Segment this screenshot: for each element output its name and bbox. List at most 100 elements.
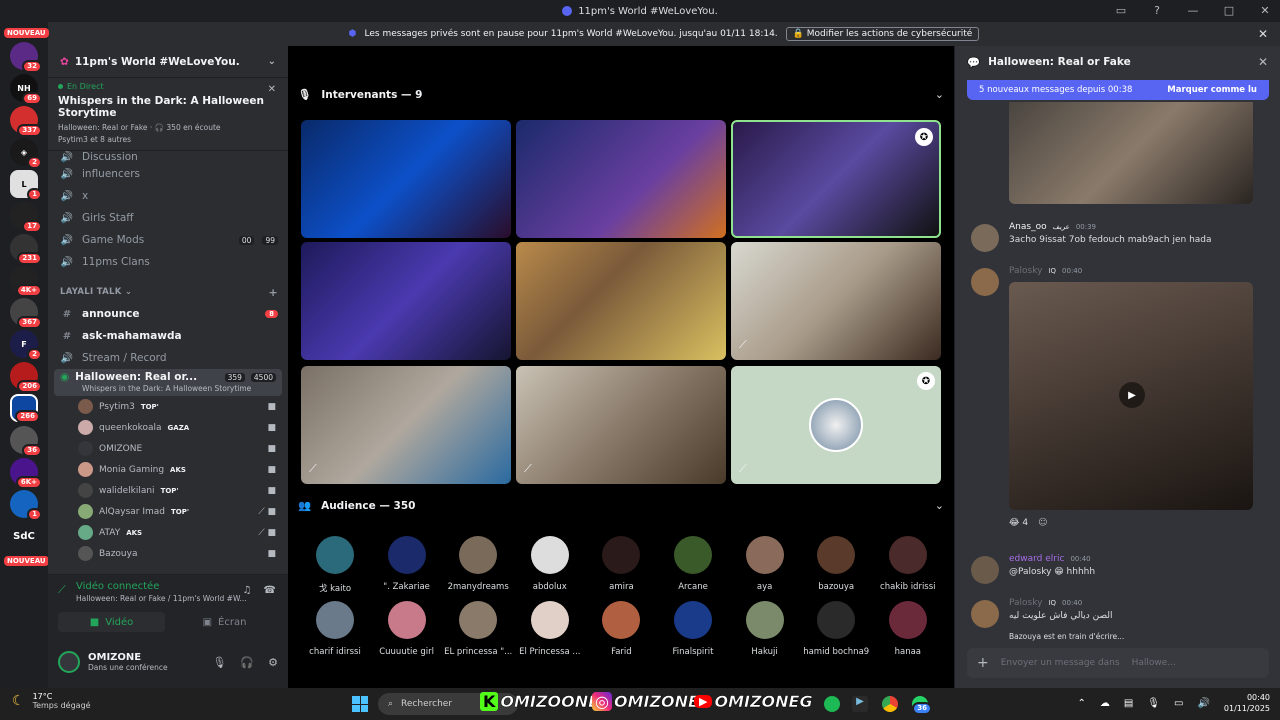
close-icon[interactable]: ✕	[268, 84, 276, 95]
server-icon-5[interactable]: L1	[10, 170, 42, 201]
video-button[interactable]: ■ Vidéo	[58, 612, 165, 632]
channel-discussion[interactable]: 🔊 Discussion	[48, 151, 288, 163]
server-header[interactable]: ✿ 11pm's World #WeLoveYou. ⌄	[48, 46, 288, 78]
server-icon-8[interactable]: 4K+	[10, 266, 42, 297]
disconnect-icon[interactable]: ☎	[264, 585, 276, 596]
channel-x[interactable]: 🔊 x	[48, 185, 288, 207]
channel-halloween-active[interactable]: ◉ Halloween: Real or... 359 4500 Whispers …	[54, 369, 282, 396]
audience-member[interactable]: aya	[730, 536, 800, 592]
speaker-tile-8[interactable]: ⟋	[516, 366, 726, 484]
audience-member[interactable]: Cuuuutie girl	[372, 601, 442, 657]
server-icon-13[interactable]: 36	[10, 426, 42, 457]
soundboard-icon[interactable]: ♫	[243, 585, 252, 596]
voice-member[interactable]: Psytim3 TOP' ■	[48, 396, 288, 417]
server-icon-sdc[interactable]: SdC	[10, 522, 38, 550]
channel-girls-staff[interactable]: 🔊 Girls Staff	[48, 207, 288, 229]
microphone-icon[interactable]: 🎙	[212, 656, 226, 669]
volume-icon[interactable]: 🔊	[1197, 698, 1209, 709]
add-reaction-icon[interactable]: ☺	[1038, 518, 1047, 528]
server-icon-12[interactable]: 266	[10, 394, 40, 423]
voice-member[interactable]: Bazouya ■	[48, 543, 288, 564]
add-channel-icon[interactable]: +	[268, 286, 278, 299]
play-icon[interactable]: ▶	[1119, 382, 1145, 408]
voice-member[interactable]: ATAY AKS ⟋ ■	[48, 522, 288, 543]
network-icon[interactable]: ▤	[1124, 698, 1133, 709]
audience-member[interactable]: amira	[586, 536, 656, 592]
server-icon-11[interactable]: 206	[10, 362, 42, 393]
voice-member[interactable]: Monia Gaming AKS ■	[48, 459, 288, 480]
maximize-icon[interactable]: □	[1222, 3, 1236, 17]
live-event-card[interactable]: En Direct Whispers in the Dark: A Hallow…	[48, 78, 288, 151]
speaker-tile-6[interactable]: ⟋	[731, 242, 941, 360]
clock[interactable]: 00:40 01/11/2025	[1224, 692, 1270, 714]
voice-member[interactable]: OMIZONE ■	[48, 438, 288, 459]
screen-share-button[interactable]: ▣ Écran	[171, 612, 278, 632]
speaker-tile-4[interactable]	[301, 242, 511, 360]
server-icon-10[interactable]: F2	[10, 330, 42, 361]
media-icon[interactable]: ▶	[852, 696, 868, 712]
audience-member[interactable]: El Princessa ...	[515, 601, 585, 657]
mark-read-button[interactable]: Marquer comme lu	[1167, 85, 1257, 95]
audience-member[interactable]: Arcane	[658, 536, 728, 592]
avatar[interactable]	[58, 651, 80, 673]
reaction-chip[interactable]: 😂 4 ☺	[1009, 518, 1048, 528]
voice-member[interactable]: queenkokoala GAZA ■	[48, 417, 288, 438]
server-icon-1[interactable]: 32	[10, 42, 42, 73]
server-icon-14[interactable]: 6K+	[10, 458, 42, 489]
weather-widget[interactable]: ☾ 17°C Temps dégagé	[12, 692, 91, 710]
audience-member[interactable]: charif idirssi	[300, 601, 370, 657]
voice-member[interactable]: AlQaysar Imad TOP' ⟋ ■	[48, 501, 288, 522]
audience-member[interactable]: hamid bochna9	[801, 601, 871, 657]
whatsapp-icon[interactable]: 36	[912, 696, 932, 715]
windows-start-icon[interactable]	[352, 696, 368, 712]
speaker-tile-3[interactable]: ✪	[731, 120, 941, 238]
audience-member[interactable]: Finalspirit	[658, 601, 728, 657]
speaker-tile-1[interactable]	[301, 120, 511, 238]
channel-announce[interactable]: # announce 8	[48, 303, 288, 325]
server-icon-3[interactable]: 337	[10, 106, 42, 137]
message-input[interactable]: + Envoyer un message dans Hallowe...	[967, 648, 1269, 678]
server-icon-6[interactable]: 17	[10, 202, 42, 233]
channel-11pms-clans[interactable]: 🔊 11pms Clans	[48, 251, 288, 273]
close-window-icon[interactable]: ✕	[1258, 3, 1272, 17]
cloud-icon[interactable]: ☁	[1100, 698, 1110, 709]
audience-member[interactable]: abdolux	[515, 536, 585, 592]
audience-member[interactable]: 2manydreams	[443, 536, 513, 592]
close-chat-icon[interactable]: ✕	[1258, 55, 1268, 69]
channel-stream-record[interactable]: 🔊 Stream / Record	[48, 347, 288, 369]
category-layali-talk[interactable]: LAYALI TALK ⌄ +	[48, 281, 288, 303]
audience-member[interactable]: Hakuji	[730, 601, 800, 657]
inbox-icon[interactable]: ▭	[1114, 3, 1128, 17]
minimize-icon[interactable]: —	[1186, 3, 1200, 17]
server-icon-9[interactable]: 367	[10, 298, 42, 329]
audience-member[interactable]: hanaa	[873, 601, 943, 657]
new-messages-bar[interactable]: 5 nouveaux messages depuis 00:38 Marquer …	[967, 80, 1269, 100]
server-icon-2[interactable]: NH 69	[10, 74, 42, 105]
spotify-icon[interactable]	[824, 696, 840, 712]
chevron-down-icon[interactable]: ⌄	[935, 88, 944, 101]
server-icon-7[interactable]: 231	[10, 234, 42, 265]
audience-member[interactable]: ". Zakariae	[372, 536, 442, 592]
speaker-tile-9[interactable]: ✪ ⟋	[731, 366, 941, 484]
display-icon[interactable]: ▭	[1174, 698, 1183, 709]
chevron-down-icon[interactable]: ⌄	[935, 499, 944, 512]
gear-icon[interactable]: ⚙	[268, 656, 278, 669]
close-banner-icon[interactable]: ✕	[1258, 27, 1268, 41]
help-icon[interactable]: ?	[1150, 3, 1164, 17]
channel-influencers[interactable]: 🔊 influencers	[48, 163, 288, 185]
microphone-icon[interactable]: 🎙	[1147, 698, 1160, 709]
server-icon-4[interactable]: ◈ 2	[10, 138, 42, 169]
audience-member[interactable]: bazouya	[801, 536, 871, 592]
audience-member[interactable]: chakib idrissi	[873, 536, 943, 592]
chat-video-attachment[interactable]: ▶	[1009, 282, 1253, 510]
channel-game-mods[interactable]: 🔊 Game Mods 00 99	[48, 229, 288, 251]
speaker-tile-2[interactable]	[516, 120, 726, 238]
add-attachment-icon[interactable]: +	[977, 655, 989, 671]
voice-member[interactable]: walidelkilani TOP' ■	[48, 480, 288, 501]
audience-member[interactable]: 戈 kaito	[300, 536, 370, 594]
speaker-tile-7[interactable]: ⟋	[301, 366, 511, 484]
security-actions-button[interactable]: 🔒 Modifier les actions de cybersécurité	[785, 27, 980, 41]
speaker-tile-5[interactable]	[516, 242, 726, 360]
audience-member[interactable]: EL princessa "...	[443, 601, 513, 657]
channel-ask-mahamawda[interactable]: # ask-mahamawda	[48, 325, 288, 347]
